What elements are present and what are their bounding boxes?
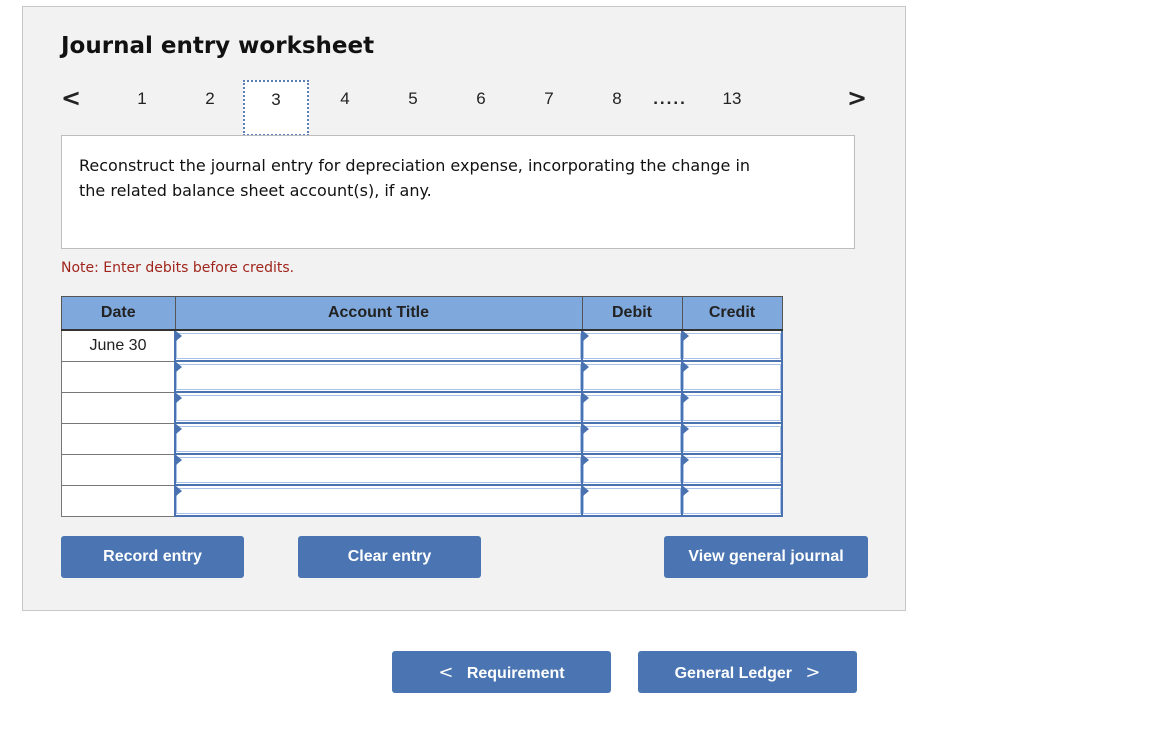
credit-input[interactable] bbox=[683, 456, 781, 483]
dropdown-marker-icon bbox=[176, 455, 182, 465]
dropdown-marker-icon bbox=[176, 393, 182, 403]
credit-input[interactable] bbox=[683, 332, 781, 359]
table-row bbox=[61, 360, 783, 393]
credit-cell bbox=[681, 329, 783, 362]
account-cell bbox=[174, 484, 583, 517]
page-7[interactable]: 7 bbox=[534, 89, 564, 109]
account-input[interactable] bbox=[176, 487, 581, 514]
chevron-right-icon[interactable]: > bbox=[842, 84, 872, 112]
account-cell bbox=[174, 391, 583, 424]
prompt-box: Reconstruct the journal entry for deprec… bbox=[61, 135, 855, 249]
dropdown-marker-icon bbox=[176, 424, 182, 434]
page-1[interactable]: 1 bbox=[127, 89, 157, 109]
account-cell bbox=[174, 453, 583, 486]
dropdown-marker-icon bbox=[176, 362, 182, 372]
credit-input[interactable] bbox=[683, 487, 781, 514]
credit-cell bbox=[681, 391, 783, 424]
debit-cell bbox=[581, 484, 683, 517]
date-cell: June 30 bbox=[61, 329, 176, 362]
credit-cell bbox=[681, 484, 783, 517]
general-ledger-nav-button[interactable]: General Ledger > bbox=[638, 651, 857, 693]
account-input[interactable] bbox=[176, 456, 581, 483]
dropdown-marker-icon bbox=[583, 486, 589, 496]
table-header-row: Date Account Title Debit Credit bbox=[61, 296, 783, 331]
dropdown-marker-icon bbox=[583, 455, 589, 465]
debit-input[interactable] bbox=[583, 456, 681, 483]
dropdown-marker-icon bbox=[176, 331, 182, 341]
credit-input[interactable] bbox=[683, 394, 781, 421]
record-entry-button[interactable]: Record entry bbox=[61, 536, 244, 578]
date-cell bbox=[61, 391, 176, 424]
table-row bbox=[61, 391, 783, 424]
prompt-text: Reconstruct the journal entry for deprec… bbox=[79, 156, 751, 200]
debit-input[interactable] bbox=[583, 487, 681, 514]
header-date: Date bbox=[61, 296, 176, 331]
dropdown-marker-icon bbox=[683, 486, 689, 496]
table-row bbox=[61, 422, 783, 455]
table-row: June 30 bbox=[61, 329, 783, 362]
page-5[interactable]: 5 bbox=[398, 89, 428, 109]
credit-cell bbox=[681, 360, 783, 393]
page-4[interactable]: 4 bbox=[330, 89, 360, 109]
general-ledger-label: General Ledger bbox=[674, 664, 792, 682]
worksheet-title: Journal entry worksheet bbox=[61, 33, 375, 59]
dropdown-marker-icon bbox=[583, 424, 589, 434]
account-input[interactable] bbox=[176, 332, 581, 359]
credit-cell bbox=[681, 422, 783, 455]
dropdown-marker-icon bbox=[176, 486, 182, 496]
dropdown-marker-icon bbox=[583, 393, 589, 403]
debit-input[interactable] bbox=[583, 332, 681, 359]
account-cell bbox=[174, 329, 583, 362]
note-text: Note: Enter debits before credits. bbox=[61, 260, 295, 276]
debit-cell bbox=[581, 391, 683, 424]
date-cell bbox=[61, 453, 176, 486]
credit-cell bbox=[681, 453, 783, 486]
debit-input[interactable] bbox=[583, 363, 681, 390]
account-input[interactable] bbox=[176, 425, 581, 452]
requirement-nav-button[interactable]: < Requirement bbox=[392, 651, 611, 693]
dropdown-marker-icon bbox=[683, 362, 689, 372]
account-cell bbox=[174, 422, 583, 455]
account-input[interactable] bbox=[176, 363, 581, 390]
page-13[interactable]: 13 bbox=[717, 89, 747, 109]
dropdown-marker-icon bbox=[683, 455, 689, 465]
credit-input[interactable] bbox=[683, 363, 781, 390]
page-2[interactable]: 2 bbox=[195, 89, 225, 109]
credit-input[interactable] bbox=[683, 425, 781, 452]
view-general-journal-button[interactable]: View general journal bbox=[664, 536, 868, 578]
journal-entry-worksheet-panel: Journal entry worksheet < 1 2 3 4 5 6 7 … bbox=[22, 6, 906, 611]
table-row bbox=[61, 453, 783, 486]
table-row bbox=[61, 484, 783, 517]
chevron-left-icon: < bbox=[438, 661, 454, 683]
debit-cell bbox=[581, 422, 683, 455]
debit-input[interactable] bbox=[583, 394, 681, 421]
clear-entry-button[interactable]: Clear entry bbox=[298, 536, 481, 578]
requirement-label: Requirement bbox=[466, 664, 565, 682]
debit-cell bbox=[581, 360, 683, 393]
header-debit: Debit bbox=[581, 296, 683, 331]
page-3-active[interactable]: 3 bbox=[243, 80, 309, 136]
page-8[interactable]: 8 bbox=[602, 89, 632, 109]
dropdown-marker-icon bbox=[683, 393, 689, 403]
chevron-left-icon[interactable]: < bbox=[56, 84, 86, 112]
debit-cell bbox=[581, 453, 683, 486]
debit-cell bbox=[581, 329, 683, 362]
date-cell bbox=[61, 484, 176, 517]
entry-pager: < 1 2 3 4 5 6 7 8 ..... 13 > bbox=[23, 80, 905, 136]
dropdown-marker-icon bbox=[683, 424, 689, 434]
date-cell bbox=[61, 422, 176, 455]
chevron-right-icon: > bbox=[805, 661, 821, 683]
date-cell bbox=[61, 360, 176, 393]
dropdown-marker-icon bbox=[683, 331, 689, 341]
account-input[interactable] bbox=[176, 394, 581, 421]
dropdown-marker-icon bbox=[583, 362, 589, 372]
debit-input[interactable] bbox=[583, 425, 681, 452]
header-credit: Credit bbox=[681, 296, 783, 331]
page-6[interactable]: 6 bbox=[466, 89, 496, 109]
header-account-title: Account Title bbox=[174, 296, 583, 331]
account-cell bbox=[174, 360, 583, 393]
dropdown-marker-icon bbox=[583, 331, 589, 341]
page-ellipsis: ..... bbox=[653, 89, 687, 108]
journal-entry-table: Date Account Title Debit Credit June 30 bbox=[61, 296, 783, 517]
